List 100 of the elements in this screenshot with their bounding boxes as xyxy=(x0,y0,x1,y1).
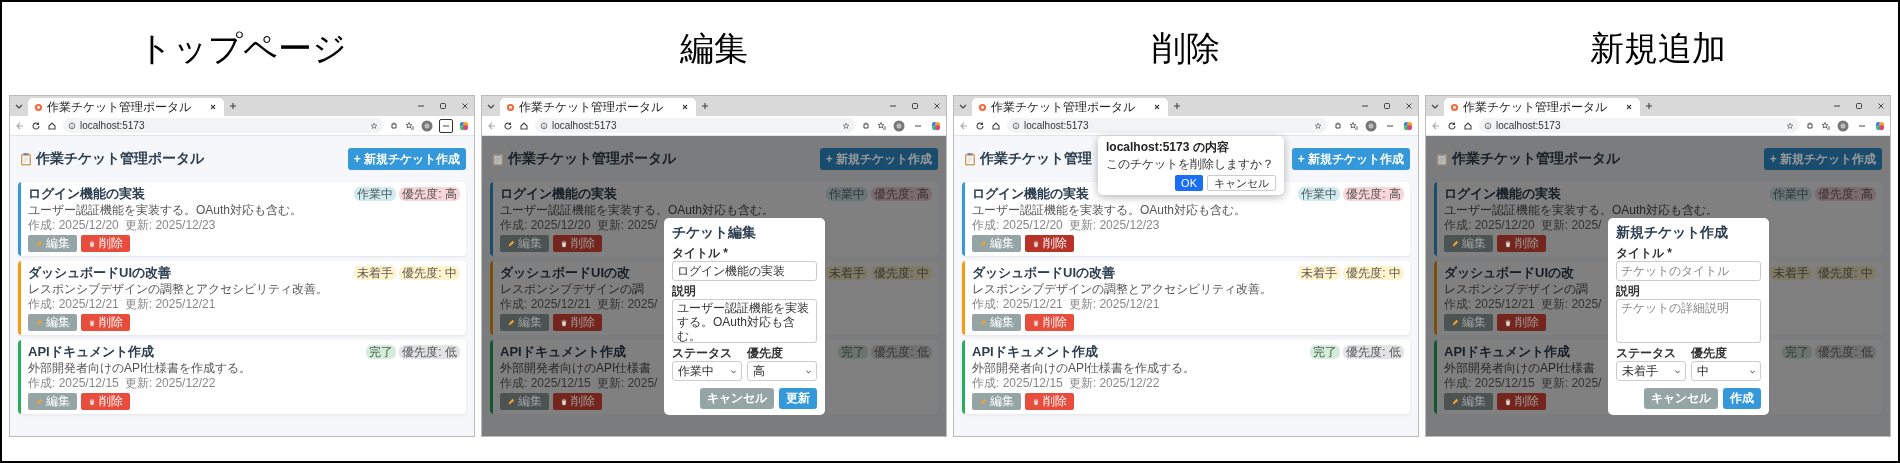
browser-tab[interactable]: 作業チケット管理ポータル xyxy=(500,98,696,116)
edit-button[interactable]: 編集 xyxy=(1444,393,1493,410)
star-icon[interactable] xyxy=(370,121,378,130)
favorites-icon[interactable] xyxy=(1349,120,1359,131)
address-field[interactable]: localhost:5173 xyxy=(63,118,383,133)
reload-icon[interactable] xyxy=(1447,120,1457,131)
delete-button[interactable]: 削除 xyxy=(553,314,602,331)
profile-avatar[interactable] xyxy=(893,119,905,132)
new-tab-icon[interactable] xyxy=(1172,101,1182,111)
maximize-icon[interactable] xyxy=(910,101,920,111)
star-icon[interactable] xyxy=(1786,121,1794,130)
ok-button[interactable]: OK xyxy=(1175,175,1203,191)
profile-avatar[interactable] xyxy=(421,119,433,132)
select-field[interactable]: 中 xyxy=(1691,361,1761,381)
edit-button[interactable]: 編集 xyxy=(28,235,77,252)
textarea-field[interactable]: ユーザー認証機能を実装する。OAuth対応も含む。 xyxy=(672,299,817,343)
delete-button[interactable]: 削除 xyxy=(81,235,130,252)
more-menu-icon[interactable] xyxy=(439,118,453,133)
edit-button[interactable]: 編集 xyxy=(500,235,549,252)
new-ticket-button[interactable]: + 新規チケット作成 xyxy=(347,148,466,170)
cancel-button[interactable]: キャンセル xyxy=(700,388,774,409)
copilot-icon[interactable] xyxy=(931,120,941,131)
address-field[interactable]: localhost:5173 xyxy=(1479,118,1799,133)
star-icon[interactable] xyxy=(1314,121,1322,130)
select-field[interactable]: 作業中 xyxy=(672,361,742,381)
star-icon[interactable] xyxy=(842,121,850,130)
copilot-icon[interactable] xyxy=(1875,120,1885,131)
delete-button[interactable]: 削除 xyxy=(1497,314,1546,331)
copilot-icon[interactable] xyxy=(1403,120,1413,131)
browser-tab[interactable]: 作業チケット管理ポータル xyxy=(1444,98,1640,116)
close-icon[interactable] xyxy=(1152,102,1162,112)
new-ticket-button[interactable]: + 新規チケット作成 xyxy=(1763,148,1882,170)
ticket-description: レスポンシブデザインの調整とアクセシビリティ改善。 xyxy=(28,282,328,297)
delete-button[interactable]: 削除 xyxy=(81,393,130,410)
address-field[interactable]: localhost:5173 xyxy=(535,118,855,133)
close-icon[interactable] xyxy=(1404,101,1414,111)
close-icon[interactable] xyxy=(932,101,942,111)
cancel-button[interactable]: キャンセル xyxy=(1207,175,1276,191)
ticket-description: ユーザー認証機能を実装する。OAuth対応も含む。 xyxy=(28,203,303,218)
delete-button[interactable]: 削除 xyxy=(1025,314,1074,331)
edit-button[interactable]: 編集 xyxy=(1444,235,1493,252)
pencil-icon xyxy=(35,397,43,406)
home-icon[interactable] xyxy=(47,120,57,131)
new-tab-icon[interactable] xyxy=(1644,101,1654,111)
copilot-icon[interactable] xyxy=(459,120,469,131)
browser-tab[interactable]: 作業チケット管理ポータル xyxy=(972,98,1168,116)
trash-icon xyxy=(88,239,96,248)
new-tab-icon[interactable] xyxy=(228,101,238,111)
maximize-icon[interactable] xyxy=(1382,101,1392,111)
maximize-icon[interactable] xyxy=(1854,101,1864,111)
select-field[interactable]: 未着手 xyxy=(1616,361,1686,381)
pencil-icon xyxy=(507,318,515,327)
maximize-icon[interactable] xyxy=(438,101,448,111)
submit-button[interactable]: 作成 xyxy=(1723,388,1761,409)
input-field[interactable]: ログイン機能の実装 xyxy=(672,261,817,281)
favorites-icon[interactable] xyxy=(405,120,415,131)
reload-icon[interactable] xyxy=(503,120,513,131)
edit-button[interactable]: 編集 xyxy=(1444,314,1493,331)
address-field[interactable]: localhost:5173 xyxy=(1007,118,1327,133)
submit-button[interactable]: 更新 xyxy=(779,388,817,409)
delete-button[interactable]: 削除 xyxy=(553,235,602,252)
cancel-button[interactable]: キャンセル xyxy=(1644,388,1718,409)
home-icon[interactable] xyxy=(991,120,1001,131)
profile-avatar[interactable] xyxy=(1365,119,1377,132)
close-icon[interactable] xyxy=(1876,101,1886,111)
profile-avatar[interactable] xyxy=(1837,119,1849,132)
delete-button[interactable]: 削除 xyxy=(81,314,130,331)
edit-button[interactable]: 編集 xyxy=(28,393,77,410)
input-field[interactable]: チケットのタイトル xyxy=(1616,261,1761,281)
close-icon[interactable] xyxy=(680,102,690,112)
reload-icon[interactable] xyxy=(31,120,41,131)
new-ticket-button[interactable]: + 新規チケット作成 xyxy=(1291,148,1410,170)
delete-button[interactable]: 削除 xyxy=(553,393,602,410)
delete-button[interactable]: 削除 xyxy=(1025,235,1074,252)
favorites-icon[interactable] xyxy=(1821,120,1831,131)
home-icon[interactable] xyxy=(1463,120,1473,131)
close-icon[interactable] xyxy=(1624,102,1634,112)
browser-tab[interactable]: 作業チケット管理ポータル xyxy=(28,98,224,116)
delete-button[interactable]: 削除 xyxy=(1025,393,1074,410)
favorites-icon[interactable] xyxy=(877,120,887,131)
edit-button[interactable]: 編集 xyxy=(972,235,1021,252)
edit-button[interactable]: 編集 xyxy=(972,314,1021,331)
close-icon[interactable] xyxy=(460,101,470,111)
pencil-icon xyxy=(507,239,515,248)
delete-button[interactable]: 削除 xyxy=(1497,393,1546,410)
edit-button[interactable]: 編集 xyxy=(500,393,549,410)
select-field[interactable]: 高 xyxy=(747,361,817,381)
updated-date: 更新: 2025/ xyxy=(596,297,658,312)
close-icon[interactable] xyxy=(208,102,218,112)
home-icon[interactable] xyxy=(519,120,529,131)
created-date: 作成: 2025/12/20 xyxy=(972,218,1063,233)
edit-button[interactable]: 編集 xyxy=(500,314,549,331)
delete-button[interactable]: 削除 xyxy=(1497,235,1546,252)
edit-button[interactable]: 編集 xyxy=(28,314,77,331)
reload-icon[interactable] xyxy=(975,120,985,131)
textarea-field[interactable]: チケットの詳細説明 xyxy=(1616,299,1761,343)
favicon-icon xyxy=(1450,102,1459,112)
new-ticket-button[interactable]: + 新規チケット作成 xyxy=(819,148,938,170)
edit-button[interactable]: 編集 xyxy=(972,393,1021,410)
new-tab-icon[interactable] xyxy=(700,101,710,111)
